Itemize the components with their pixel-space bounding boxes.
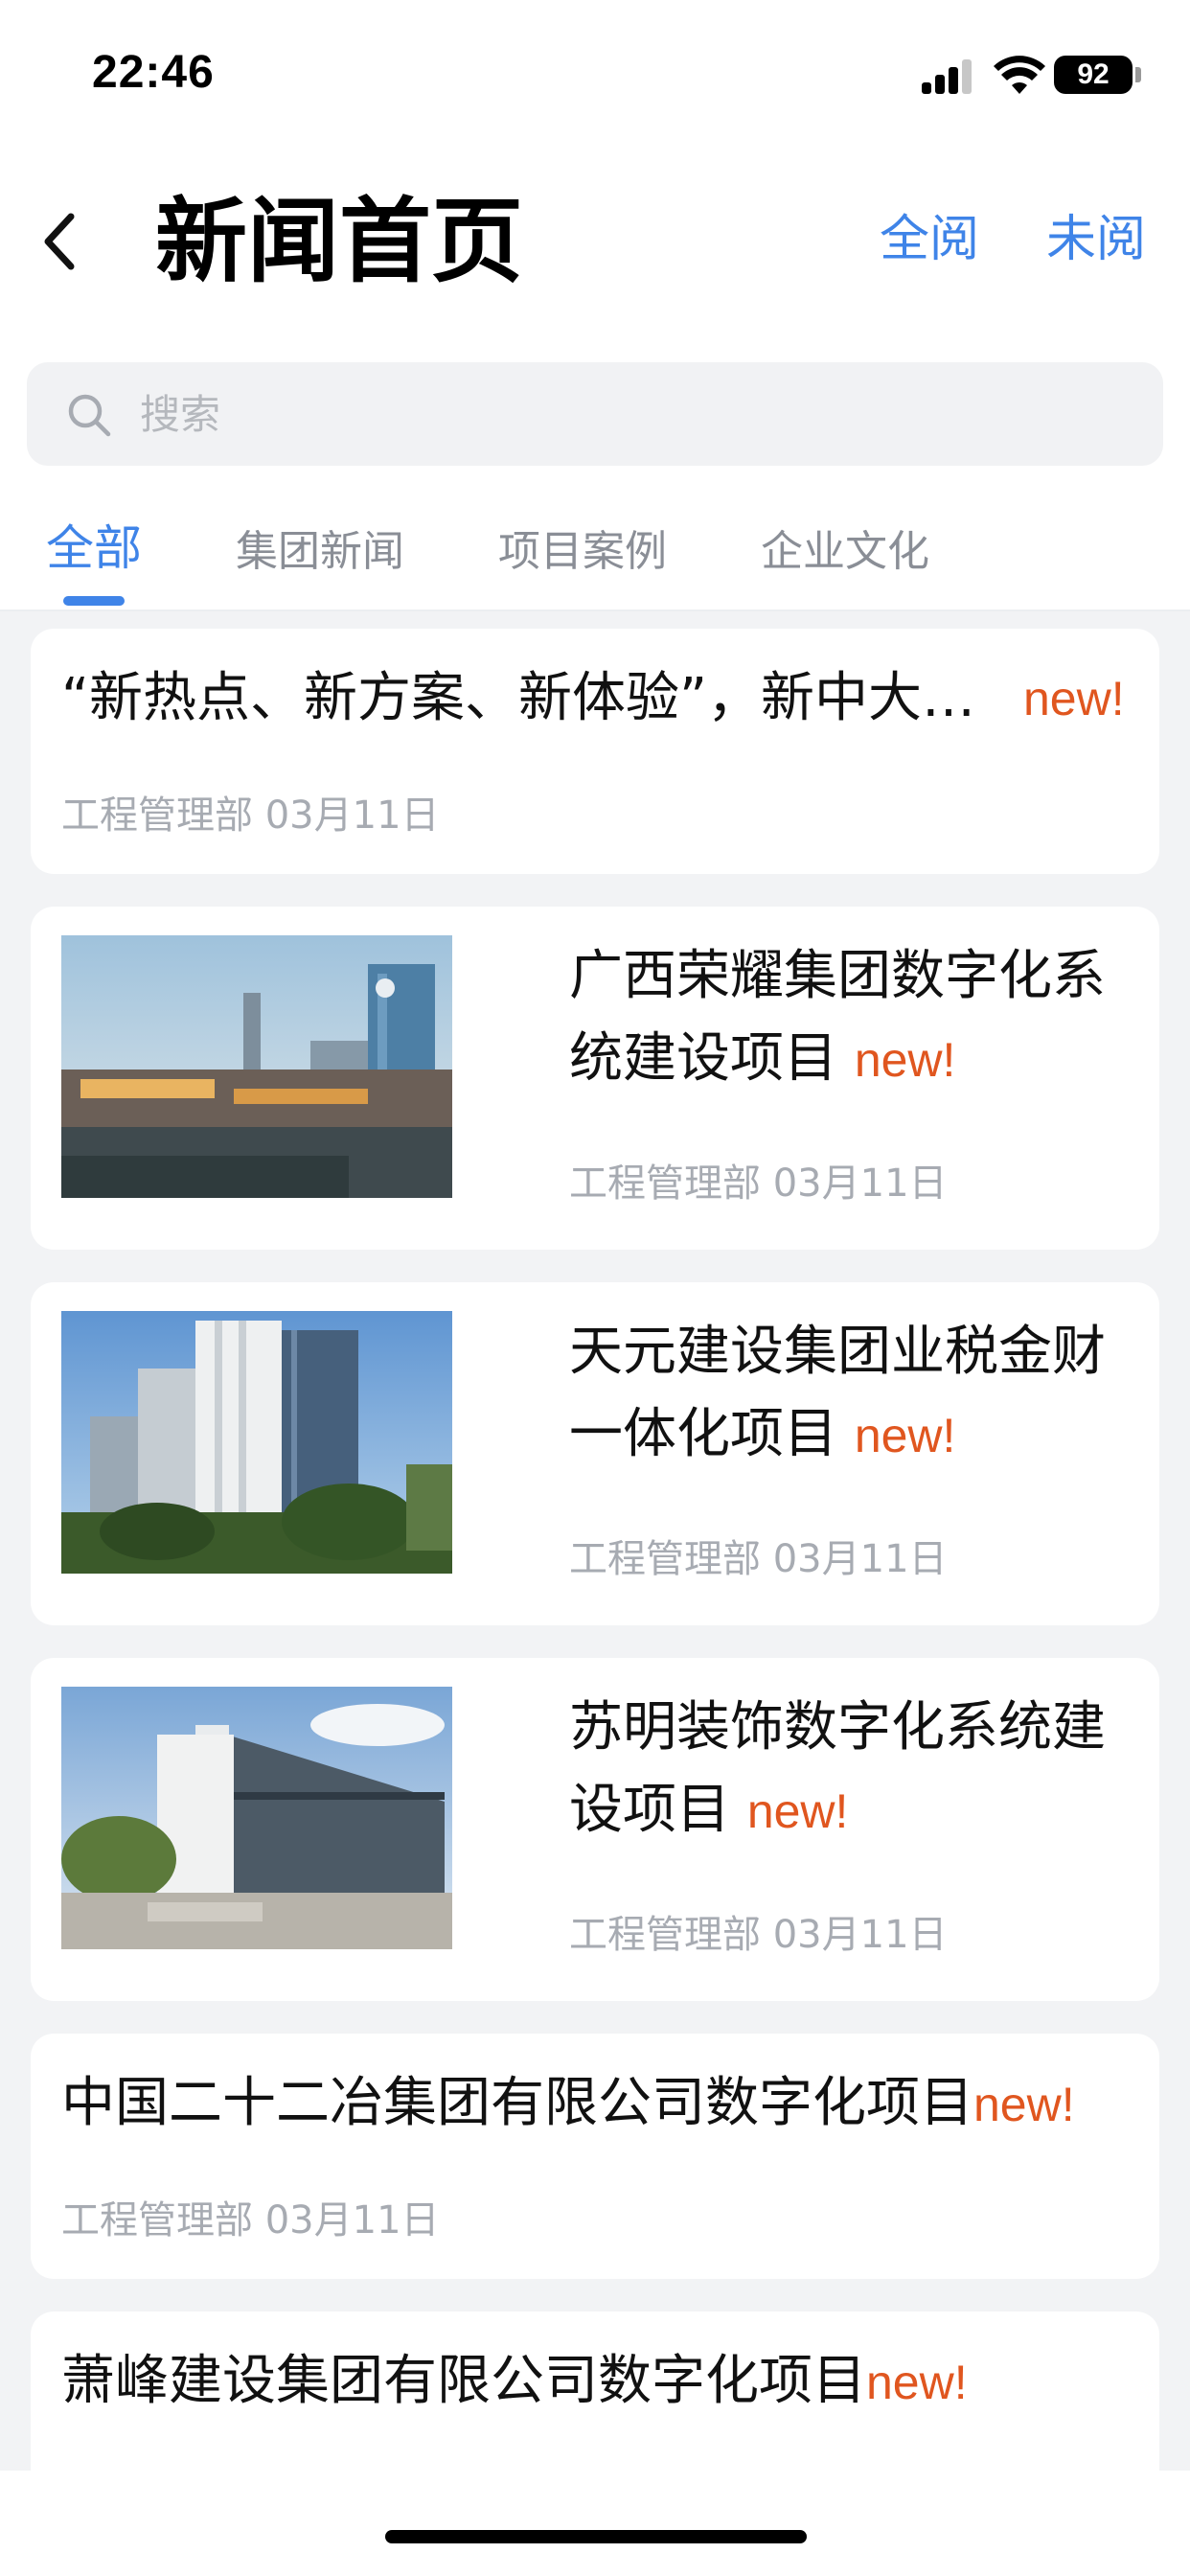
tab-project-cases[interactable]: 项目案例 [498, 523, 667, 581]
home-indicator[interactable] [385, 2530, 807, 2543]
news-meta: 工程管理部 03月11日 [61, 790, 440, 841]
news-title-text: 设项目 [569, 1779, 730, 1841]
unread-button[interactable]: 未阅 [1046, 209, 1146, 270]
news-title-line1: 广西荣耀集团数字化系 [569, 945, 1106, 1007]
tab-group-news[interactable]: 集团新闻 [236, 523, 404, 581]
news-date: 03月11日 [772, 1537, 948, 1581]
news-date: 03月11日 [772, 1162, 948, 1206]
new-badge: new! [973, 2078, 1075, 2131]
news-card[interactable]: 苏明装饰数字化系统建 设项目 new! 工程管理部 03月11日 [31, 1658, 1159, 2001]
battery-icon: 92 [1054, 56, 1133, 94]
news-meta: 工程管理部 03月11日 [569, 1909, 948, 1961]
active-tab-indicator [63, 596, 125, 606]
battery-level: 92 [1077, 58, 1110, 90]
news-card[interactable]: 中国二十二冶集团有限公司数字化项目new! 工程管理部 03月11日 [31, 2034, 1159, 2279]
news-title: “新热点、新方案、新体验”，新中大… [61, 667, 976, 729]
news-title-line2: 统建设项目 new! [569, 1018, 1144, 1101]
wifi-icon [994, 56, 1045, 94]
news-title-line1: 天元建设集团业税金财 [569, 1321, 1106, 1383]
news-department: 工程管理部 [61, 794, 253, 838]
news-meta: 工程管理部 03月11日 [61, 2195, 440, 2246]
search-bar[interactable] [27, 362, 1163, 466]
tab-corporate-culture[interactable]: 企业文化 [761, 523, 929, 581]
news-department: 工程管理部 [569, 1537, 761, 1581]
news-card[interactable]: 广西荣耀集团数字化系 统建设项目 new! 工程管理部 03月11日 [31, 907, 1159, 1250]
tab-divider [0, 610, 1190, 611]
bottom-safe-area [0, 2471, 1190, 2576]
news-meta: 工程管理部 03月11日 [569, 1158, 948, 1209]
news-title-line: 中国二十二冶集团有限公司数字化项目new! [61, 2062, 1154, 2146]
news-thumbnail-image [61, 1687, 452, 1949]
search-input[interactable] [140, 362, 1136, 466]
news-thumbnail-image [61, 935, 452, 1198]
news-card[interactable]: “新热点、新方案、新体验”，新中大… new! 工程管理部 03月11日 [31, 629, 1159, 874]
new-badge: new! [854, 1033, 956, 1087]
news-department: 工程管理部 [61, 2198, 253, 2242]
news-title-text: 统建设项目 [569, 1027, 837, 1090]
cellular-signal-icon [922, 59, 972, 94]
news-title-line2: 设项目 new! [569, 1769, 1144, 1852]
page-title: 新闻首页 [155, 188, 523, 295]
news-date: 03月11日 [264, 794, 440, 838]
news-title-text: 一体化项目 [569, 1403, 837, 1465]
search-icon [68, 394, 111, 437]
back-arrow-icon[interactable] [38, 207, 84, 276]
new-badge: new! [1023, 672, 1125, 725]
news-department: 工程管理部 [569, 1913, 761, 1957]
tab-all[interactable]: 全部 [46, 519, 142, 577]
new-badge: new! [866, 2356, 968, 2409]
battery-tip [1135, 67, 1141, 82]
status-time: 22:46 [92, 47, 215, 98]
news-title-line: 萧峰建设集团有限公司数字化项目new! [61, 2340, 1154, 2424]
read-all-button[interactable]: 全阅 [880, 209, 979, 270]
new-badge: new! [854, 1409, 956, 1462]
news-thumbnail-image [61, 1311, 452, 1574]
news-title-text: 萧峰建设集团有限公司数字化项目 [61, 2350, 866, 2412]
news-date: 03月11日 [772, 1913, 948, 1957]
news-title-line1: 苏明装饰数字化系统建 [569, 1696, 1106, 1759]
news-department: 工程管理部 [569, 1162, 761, 1206]
new-badge: new! [746, 1784, 849, 1838]
news-title-line2: 一体化项目 new! [569, 1393, 1144, 1477]
news-card[interactable]: 天元建设集团业税金财 一体化项目 new! 工程管理部 03月11日 [31, 1282, 1159, 1625]
news-date: 03月11日 [264, 2198, 440, 2242]
news-meta: 工程管理部 03月11日 [569, 1533, 948, 1585]
news-title-text: 中国二十二冶集团有限公司数字化项目 [61, 2072, 973, 2134]
